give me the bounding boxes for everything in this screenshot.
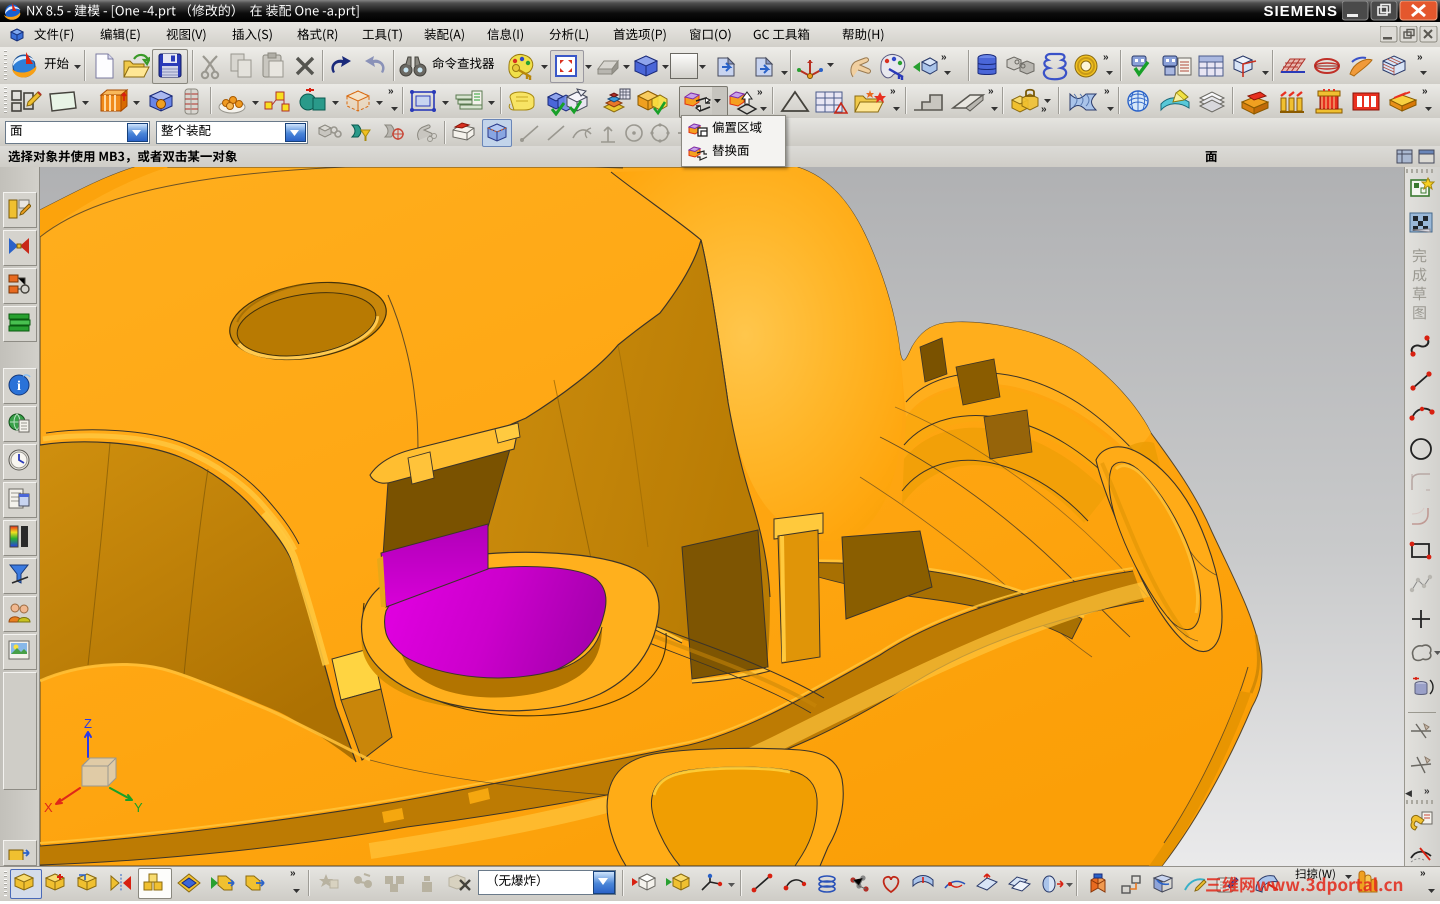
svg-text:X: X: [44, 800, 53, 815]
svg-text:i: i: [17, 379, 21, 394]
svg-text:Y: Y: [134, 800, 143, 815]
svg-text:Z: Z: [84, 716, 92, 731]
